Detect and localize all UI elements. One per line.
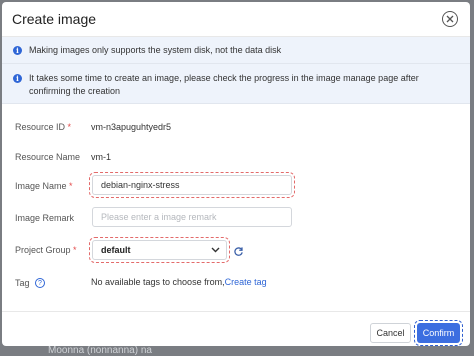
image-name-label: Image Name * xyxy=(15,181,73,191)
notice-progress: i It takes some time to create an image,… xyxy=(2,64,470,104)
create-image-dialog: Create image i Making images only suppor… xyxy=(2,2,470,346)
close-icon[interactable] xyxy=(442,11,458,27)
resource-name-label: Resource Name xyxy=(15,152,81,162)
tag-text: No available tags to choose from,Create … xyxy=(91,277,267,287)
info-icon: i xyxy=(13,74,22,83)
resource-id-label: Resource ID * xyxy=(15,122,72,132)
project-group-select[interactable]: default xyxy=(89,237,230,263)
dialog-title: Create image xyxy=(12,11,97,27)
image-remark-label: Image Remark xyxy=(15,213,75,223)
tag-label: Tag xyxy=(15,278,30,288)
notice-text: It takes some time to create an image, p… xyxy=(29,73,419,96)
image-remark-placeholder: Please enter a image remark xyxy=(101,212,217,222)
notice-system-disk: i Making images only supports the system… xyxy=(2,37,470,64)
resource-id-value: vm-n3apuguhtyedr5 xyxy=(91,122,172,132)
dialog-header: Create image xyxy=(2,2,470,37)
refresh-icon[interactable] xyxy=(233,246,244,257)
dialog-footer: Cancel Confirm xyxy=(2,311,470,346)
chevron-down-icon xyxy=(211,247,220,253)
project-group-value: default xyxy=(101,245,131,255)
image-remark-input[interactable]: Please enter a image remark xyxy=(92,207,292,227)
help-icon[interactable]: ? xyxy=(35,278,45,288)
cancel-button[interactable]: Cancel xyxy=(370,323,411,343)
image-name-value: debian-nginx-stress xyxy=(101,180,180,190)
project-group-label: Project Group * xyxy=(15,245,77,255)
resource-name-value: vm-1 xyxy=(91,152,111,162)
notice-text: Making images only supports the system d… xyxy=(29,45,282,55)
info-icon: i xyxy=(13,46,22,55)
confirm-button[interactable]: Confirm xyxy=(414,320,463,346)
create-tag-link[interactable]: Create tag xyxy=(225,277,267,287)
background-text: Moonna (nonnanna) na xyxy=(48,345,152,356)
image-name-input[interactable]: debian-nginx-stress xyxy=(89,172,295,198)
